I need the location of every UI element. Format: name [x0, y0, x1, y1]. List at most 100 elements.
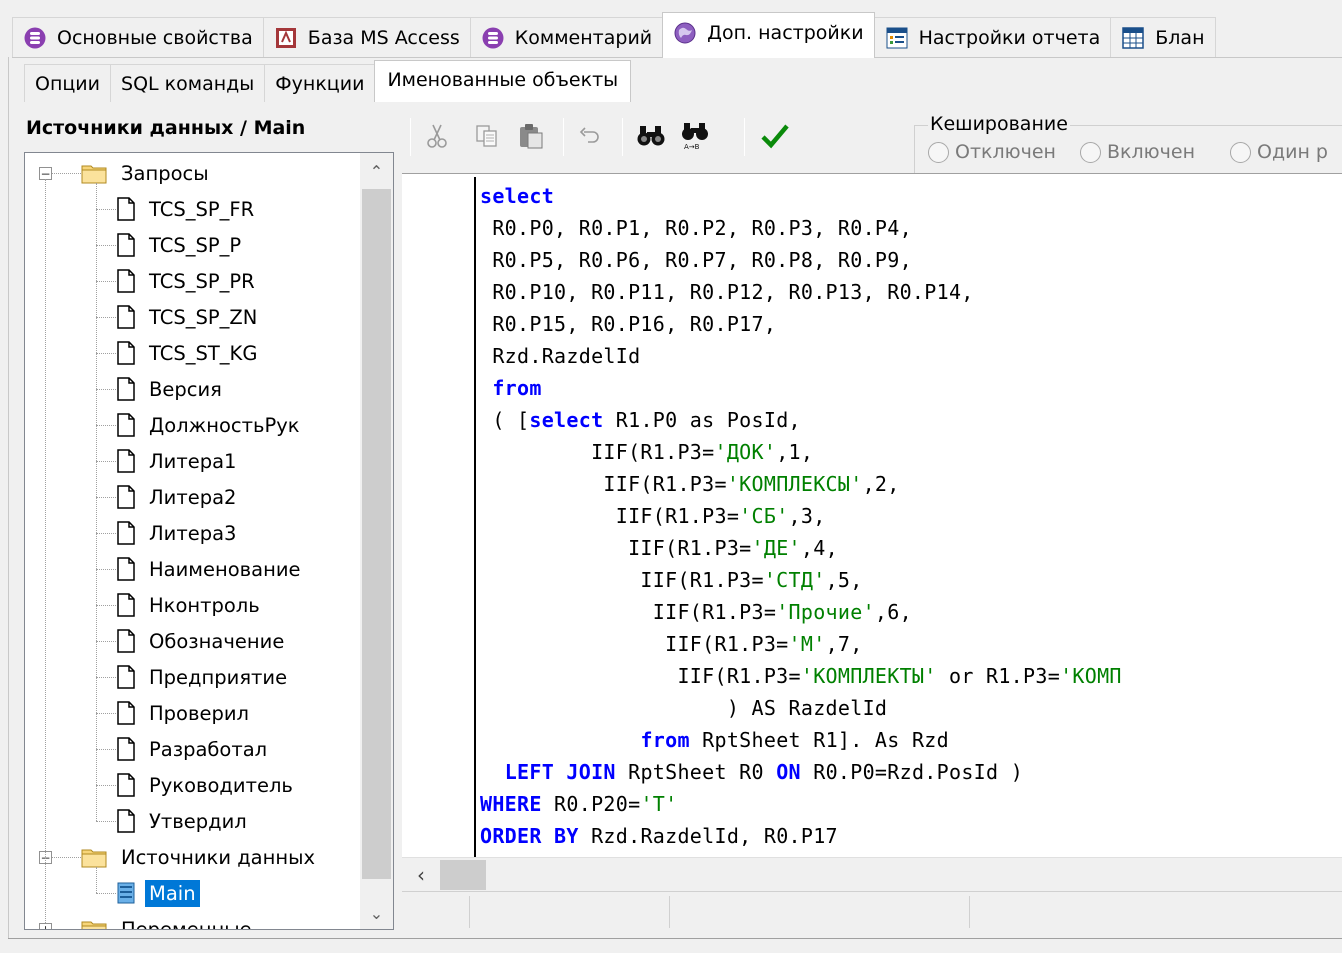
tree-item-label: Разработал — [149, 737, 268, 761]
tree-item-query[interactable]: Проверил — [117, 695, 253, 731]
top-tab-0[interactable]: Основные свойства — [12, 17, 264, 58]
sql-text: IIF(R1.P3= — [480, 472, 727, 496]
file-icon — [117, 197, 135, 221]
tree-item-query[interactable]: Наименование — [117, 551, 305, 587]
tree-item-source[interactable]: Main — [117, 875, 200, 911]
undo-icon[interactable] — [573, 118, 607, 154]
caching-option-disabled[interactable]: Отключен — [928, 141, 1056, 163]
tree-folder-queries[interactable]: Запросы — [81, 155, 213, 191]
sql-code-text[interactable]: select R0.P0, R0.P1, R0.P2, R0.P3, R0.P4… — [480, 180, 1122, 852]
sub-tab-3[interactable]: Именованные объекты — [374, 60, 632, 102]
sub-tab-1[interactable]: SQL команды — [110, 64, 266, 102]
scroll-left-arrow-icon[interactable]: ‹ — [402, 858, 440, 892]
top-tab-label: Доп. настройки — [707, 21, 864, 44]
sql-text: IIF(R1.P3= — [480, 664, 801, 688]
tree-item-query[interactable]: Утвердил — [117, 803, 251, 839]
sql-keyword: WHERE — [480, 792, 542, 816]
toolbar-separator — [622, 118, 623, 156]
radio-circle-icon[interactable] — [1230, 141, 1251, 163]
scroll-up-arrow-icon[interactable]: ⌃ — [360, 155, 393, 187]
top-tab-1[interactable]: База MS Access — [262, 17, 471, 58]
file-icon — [117, 449, 135, 473]
sql-string: 'КОМП — [1060, 664, 1122, 688]
code-line: IIF(R1.P3='КОМПЛЕКСЫ',2, — [480, 468, 1122, 500]
editor-hscroll-thumb[interactable] — [440, 860, 486, 890]
apply-check-icon[interactable] — [758, 118, 792, 154]
tree-vertical-scrollbar[interactable]: ⌃ ⌄ — [360, 153, 393, 929]
sql-text: ) AS RazdelId — [480, 696, 888, 720]
code-line: IIF(R1.P3='СТД',5, — [480, 564, 1122, 596]
tree-scroll-thumb[interactable] — [362, 189, 391, 879]
tree-item-query[interactable]: TCS_ST_KG — [117, 335, 261, 371]
top-tab-3[interactable]: Доп. настройки — [662, 12, 875, 58]
window-bottom-border — [8, 938, 1342, 939]
sql-string: 'СТД' — [763, 568, 826, 592]
top-tab-2[interactable]: Комментарий — [469, 17, 664, 58]
tree-item-query[interactable]: Предприятие — [117, 659, 291, 695]
radio-circle-icon[interactable] — [928, 141, 949, 163]
replace-icon[interactable]: A→B — [678, 118, 712, 154]
file-icon — [117, 233, 135, 257]
tree-item-query[interactable]: Литера2 — [117, 479, 240, 515]
tree-item-query[interactable]: TCS_SP_PR — [117, 263, 259, 299]
caching-option-once[interactable]: Один р — [1230, 141, 1328, 163]
top-tab-4[interactable]: Настройки отчета — [873, 17, 1112, 58]
sql-text: R0.P5, R0.P6, R0.P7, R0.P8, R0.P9, — [480, 248, 912, 272]
database-icon — [23, 26, 47, 50]
tree-item-query[interactable]: Обозначение — [117, 623, 288, 659]
sub-tab-strip: Опции SQL команды Функции Именованные объек… — [24, 60, 632, 102]
tree-item-query[interactable]: Разработал — [117, 731, 271, 767]
tree-item-query[interactable]: TCS_SP_P — [117, 227, 245, 263]
copy-icon[interactable] — [470, 118, 504, 154]
tree-item-query[interactable]: Литера1 — [117, 443, 240, 479]
sql-string: 'T' — [640, 792, 678, 816]
tree-connector-line — [96, 281, 116, 282]
sql-string: 'СБ' — [739, 504, 789, 528]
data-sources-tree[interactable]: − Запросы TCS_SP_FR TCS_SP_P TCS_SP_PR TCS_SP… — [24, 152, 394, 930]
sub-tab-0[interactable]: Опции — [24, 64, 112, 102]
tree-item-query[interactable]: Версия — [117, 371, 226, 407]
tree-item-query[interactable]: TCS_SP_FR — [117, 191, 258, 227]
tree-item-label: TCS_SP_FR — [149, 197, 255, 221]
tree-item-query[interactable]: Руководитель — [117, 767, 297, 803]
radio-circle-icon[interactable] — [1080, 141, 1101, 163]
tree-item-label: Проверил — [149, 701, 249, 725]
scroll-down-arrow-icon[interactable]: ⌄ — [360, 897, 393, 929]
code-line: WHERE R0.P20='T' — [480, 788, 1122, 820]
tree-item-label: Источники данных — [121, 845, 316, 869]
editor-horizontal-scrollbar[interactable]: ‹ — [402, 857, 1342, 891]
tree-item-label: TCS_SP_ZN — [149, 305, 258, 329]
sql-keyword: from — [640, 728, 690, 752]
tree-folder-params[interactable]: Переменные — [81, 911, 256, 929]
tree-connector-line — [96, 749, 116, 750]
paste-icon[interactable] — [514, 118, 548, 154]
sql-keyword: select — [529, 408, 604, 432]
tree-connector-line — [96, 497, 116, 498]
cut-icon[interactable] — [420, 118, 454, 154]
file-icon — [117, 593, 135, 617]
file-icon — [117, 269, 135, 293]
tree-item-query[interactable]: ДолжностьРук — [117, 407, 304, 443]
code-line: select — [480, 180, 1122, 212]
top-tab-label: Комментарий — [514, 27, 653, 49]
tree-item-query[interactable]: TCS_SP_ZN — [117, 299, 261, 335]
tree-item-label: TCS_SP_PR — [149, 269, 255, 293]
file-icon — [117, 773, 135, 797]
tree-item-query[interactable]: Нконтроль — [117, 587, 264, 623]
tree-item-label: Литера2 — [149, 485, 237, 509]
tree-connector-line — [96, 183, 97, 821]
tree-folder-sources[interactable]: Источники данных — [81, 839, 319, 875]
sql-editor[interactable]: select R0.P0, R0.P1, R0.P2, R0.P3, R0.P4… — [402, 173, 1342, 891]
code-line: ORDER BY Rzd.RazdelId, R0.P17 — [480, 820, 1122, 852]
top-tab-5[interactable]: Блан — [1110, 17, 1216, 58]
file-icon — [117, 341, 135, 365]
find-icon[interactable] — [634, 118, 668, 154]
tree-item-query[interactable]: Литера3 — [117, 515, 240, 551]
sub-tab-2[interactable]: Функции — [264, 64, 376, 102]
tree-connector-line — [51, 857, 81, 858]
caching-option-enabled[interactable]: Включен — [1080, 141, 1195, 163]
left-panel-title: Источники данных / Main — [26, 117, 306, 139]
expand-icon[interactable]: + — [39, 923, 52, 929]
tree-connector-line — [96, 389, 116, 390]
